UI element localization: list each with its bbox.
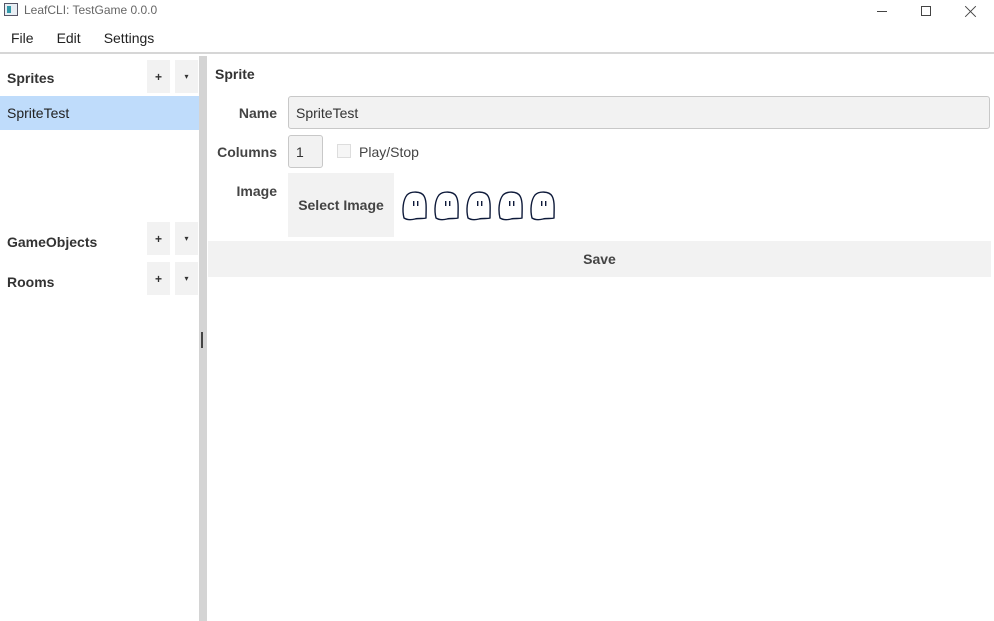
close-icon (965, 5, 977, 17)
maximize-button[interactable] (903, 0, 949, 22)
title-bar: LeafCLI: TestGame 0.0.0 (0, 0, 994, 22)
sprites-section-title: Sprites (7, 70, 55, 86)
minimize-button[interactable] (859, 0, 905, 22)
rooms-dropdown-button[interactable]: ▾ (175, 262, 198, 295)
panel-splitter[interactable] (199, 56, 207, 621)
close-button[interactable] (948, 0, 994, 22)
select-image-button[interactable]: Select Image (288, 173, 394, 237)
sprite-editor: Sprite Name SpriteTest Columns 1 Play/St… (207, 54, 994, 621)
save-button[interactable]: Save (208, 241, 991, 277)
menu-file[interactable]: File (11, 26, 34, 52)
menu-bar: File Edit Settings (0, 26, 994, 52)
rooms-section-header: Rooms + ▾ (0, 262, 200, 298)
sprite-item-label: SpriteTest (7, 105, 70, 121)
sprites-dropdown-button[interactable]: ▾ (175, 60, 198, 93)
sprites-section-header: Sprites + ▾ (0, 58, 200, 94)
splitter-grip-icon[interactable] (201, 332, 203, 348)
add-sprite-button[interactable]: + (147, 60, 170, 93)
gameobjects-dropdown-button[interactable]: ▾ (175, 222, 198, 255)
columns-input[interactable]: 1 (288, 135, 323, 168)
maximize-icon (921, 6, 931, 16)
menu-edit[interactable]: Edit (57, 26, 81, 52)
ghost-sprite-frame-icon (434, 191, 459, 221)
ghost-sprite-frame-icon (402, 191, 427, 221)
sprite-name-input[interactable]: SpriteTest (288, 96, 990, 129)
gameobjects-section-title: GameObjects (7, 234, 98, 250)
ghost-sprite-frame-icon (530, 191, 555, 221)
editor-title: Sprite (215, 66, 255, 82)
sprite-list-item[interactable]: SpriteTest (0, 96, 199, 130)
play-stop-label[interactable]: Play/Stop (359, 144, 419, 160)
play-stop-checkbox[interactable] (337, 144, 351, 158)
sprite-preview-strip (401, 190, 557, 222)
window-title: LeafCLI: TestGame 0.0.0 (24, 3, 158, 17)
gameobjects-section-header: GameObjects + ▾ (0, 222, 200, 258)
ghost-sprite-frame-icon (466, 191, 491, 221)
ghost-sprite-frame-icon (498, 191, 523, 221)
columns-label: Columns (217, 144, 277, 160)
menu-settings[interactable]: Settings (104, 26, 155, 52)
resource-sidebar: Sprites + ▾ SpriteTest GameObjects + ▾ R… (0, 54, 200, 621)
app-icon (4, 3, 18, 16)
add-gameobject-button[interactable]: + (147, 222, 170, 255)
minimize-icon (877, 10, 887, 12)
name-label: Name (238, 105, 277, 121)
add-room-button[interactable]: + (147, 262, 170, 295)
rooms-section-title: Rooms (7, 274, 55, 290)
image-label: Image (236, 183, 277, 199)
